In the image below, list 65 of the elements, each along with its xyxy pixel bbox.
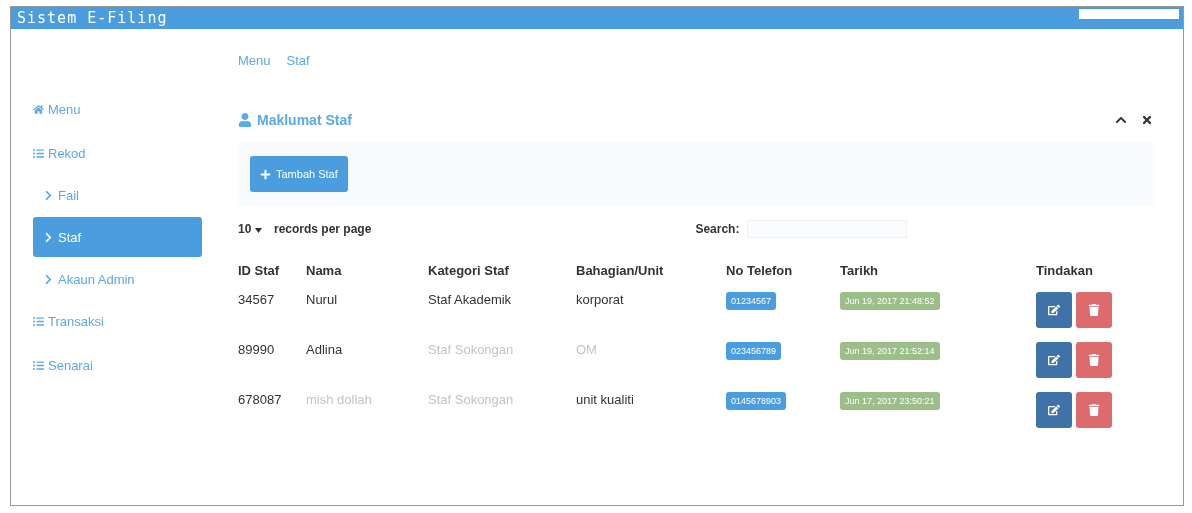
- edit-button[interactable]: [1036, 292, 1072, 328]
- table-cell-text: 678087: [238, 391, 283, 409]
- column-header: ID Staf: [238, 261, 281, 280]
- edit-button[interactable]: [1036, 342, 1072, 378]
- sidebar-item[interactable]: Fail: [33, 175, 202, 215]
- table-cell-text: mish dollah: [306, 391, 373, 409]
- column-header: Tindakan: [1036, 261, 1094, 280]
- list-icon: [33, 147, 44, 159]
- page-size-label: records per page: [274, 222, 372, 236]
- sidebar-item[interactable]: Staf: [33, 217, 202, 257]
- date-badge: Jun 19, 2017 21:48:52: [840, 292, 940, 310]
- delete-button[interactable]: [1076, 342, 1112, 378]
- sidebar-item[interactable]: Menu: [33, 87, 202, 131]
- table-cell-text: OM: [576, 341, 598, 359]
- trash-icon: [1088, 404, 1100, 416]
- edit-icon: [1048, 304, 1060, 316]
- chevron-icon: [43, 231, 54, 243]
- table-cell-text: Staf Sokongan: [428, 341, 515, 359]
- phone-badge: 023456789: [726, 342, 782, 360]
- delete-button[interactable]: [1076, 392, 1112, 428]
- table-cell-text: Staf Sokongan: [428, 391, 515, 409]
- input-field[interactable]: [1079, 9, 1179, 19]
- home-icon: [33, 103, 44, 115]
- table-cell-text: Staf Akademik: [428, 291, 513, 309]
- date-badge: Jun 19, 2017 21:52:14: [840, 342, 940, 360]
- delete-button[interactable]: [1076, 292, 1112, 328]
- trash-icon: [1088, 304, 1100, 316]
- table-cell-text: unit kualiti: [576, 391, 635, 409]
- user-icon: [238, 113, 252, 127]
- edit-button[interactable]: [1036, 392, 1072, 428]
- edit-icon: [1048, 404, 1060, 416]
- list-icon: [33, 315, 44, 327]
- breadcrumb-link[interactable]: Staf: [286, 53, 310, 68]
- breadcrumb-link[interactable]: Menu: [238, 53, 271, 68]
- window-title: Sistem E-Filing: [17, 9, 168, 27]
- caret-icon: [254, 228, 262, 233]
- collapse-icon[interactable]: [1115, 114, 1127, 126]
- column-header: Nama: [306, 261, 343, 280]
- column-header: No Telefon: [726, 261, 794, 280]
- search-label: Search:: [695, 222, 740, 236]
- chevron-icon: [43, 189, 54, 201]
- date-badge: Jun 17, 2017 23:50:21: [840, 392, 940, 410]
- close-icon[interactable]: [1141, 114, 1153, 126]
- plus-icon: [260, 168, 271, 180]
- panel-title: Maklumat Staf: [257, 112, 352, 128]
- trash-icon: [1088, 354, 1100, 366]
- table-cell-text: Nurul: [306, 291, 339, 309]
- phone-badge: 0145678903: [726, 392, 787, 410]
- table-cell-text: Adlina: [306, 341, 344, 359]
- table-cell-text: 89990: [238, 341, 276, 359]
- edit-icon: [1048, 354, 1060, 366]
- column-header: Bahagian/Unit: [576, 261, 665, 280]
- sidebar-item[interactable]: Rekod: [33, 131, 202, 175]
- column-header: Tarikh: [840, 261, 880, 280]
- sidebar-item[interactable]: Senarai: [33, 343, 202, 387]
- sidebar-item[interactable]: Akaun Admin: [33, 259, 202, 299]
- add-button[interactable]: Tambah Staf: [250, 156, 348, 192]
- table-cell-text: 34567: [238, 291, 276, 309]
- page-size-select[interactable]: 10: [238, 222, 274, 236]
- list-icon: [33, 359, 44, 371]
- chevron-icon: [43, 273, 54, 285]
- phone-badge: 01234567: [726, 292, 777, 310]
- sidebar-item[interactable]: Transaksi: [33, 299, 202, 343]
- column-header: Kategori Staf: [428, 261, 510, 280]
- table-cell-text: korporat: [576, 291, 625, 309]
